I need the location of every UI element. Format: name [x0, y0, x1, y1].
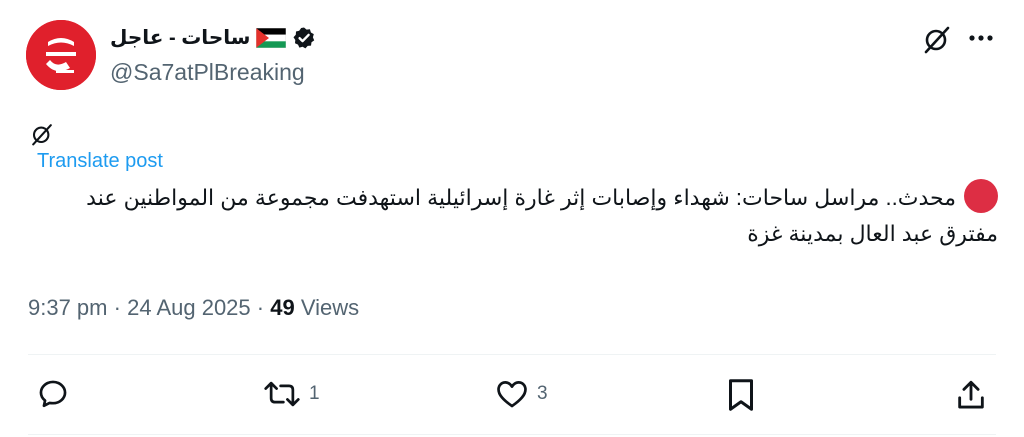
- views-count: 49: [270, 295, 295, 320]
- bookmark-button[interactable]: [726, 377, 756, 413]
- views-label: Views: [300, 295, 360, 320]
- reply-icon: [36, 377, 70, 411]
- author-handle[interactable]: @Sa7atPlBreaking: [110, 58, 305, 86]
- author-name-row[interactable]: ساحات - عاجل: [110, 24, 316, 52]
- verified-badge-icon[interactable]: [292, 26, 316, 50]
- red-circle-emoji-icon: [964, 179, 998, 213]
- meta-separator: ·: [113, 295, 121, 320]
- like-count: 3: [537, 383, 548, 404]
- palestine-flag-icon: [256, 28, 287, 48]
- more-options-icon[interactable]: [966, 26, 996, 55]
- avatar-logo-icon: [26, 20, 96, 90]
- post-time[interactable]: 9:37 pm: [28, 295, 108, 320]
- repost-button[interactable]: 1: [263, 377, 320, 411]
- grok-icon[interactable]: [922, 24, 952, 59]
- avatar[interactable]: [26, 20, 96, 90]
- repost-count: 1: [309, 383, 320, 404]
- post-date[interactable]: 24 Aug 2025: [127, 295, 251, 320]
- bookmark-icon: [726, 377, 756, 413]
- meta-separator: ·: [256, 295, 265, 320]
- author-name[interactable]: ساحات - عاجل: [110, 24, 250, 52]
- grok-explain-icon[interactable]: [30, 122, 54, 151]
- divider: [28, 434, 996, 435]
- post-text: محدث.. مراسل ساحات: شهداء وإصابات إثر غا…: [86, 185, 998, 246]
- translate-post-link[interactable]: Translate post: [37, 148, 163, 174]
- share-icon: [954, 377, 988, 413]
- heart-icon: [495, 377, 529, 411]
- repost-icon: [263, 377, 301, 411]
- share-button[interactable]: [954, 377, 988, 413]
- divider: [28, 354, 996, 355]
- reply-button[interactable]: [36, 377, 78, 411]
- post-text-container: محدث.. مراسل ساحات: شهداء وإصابات إثر غا…: [40, 179, 998, 252]
- post-meta: 9:37 pm · 24 Aug 2025 · 49 Views: [28, 293, 359, 323]
- like-button[interactable]: 3: [495, 377, 548, 411]
